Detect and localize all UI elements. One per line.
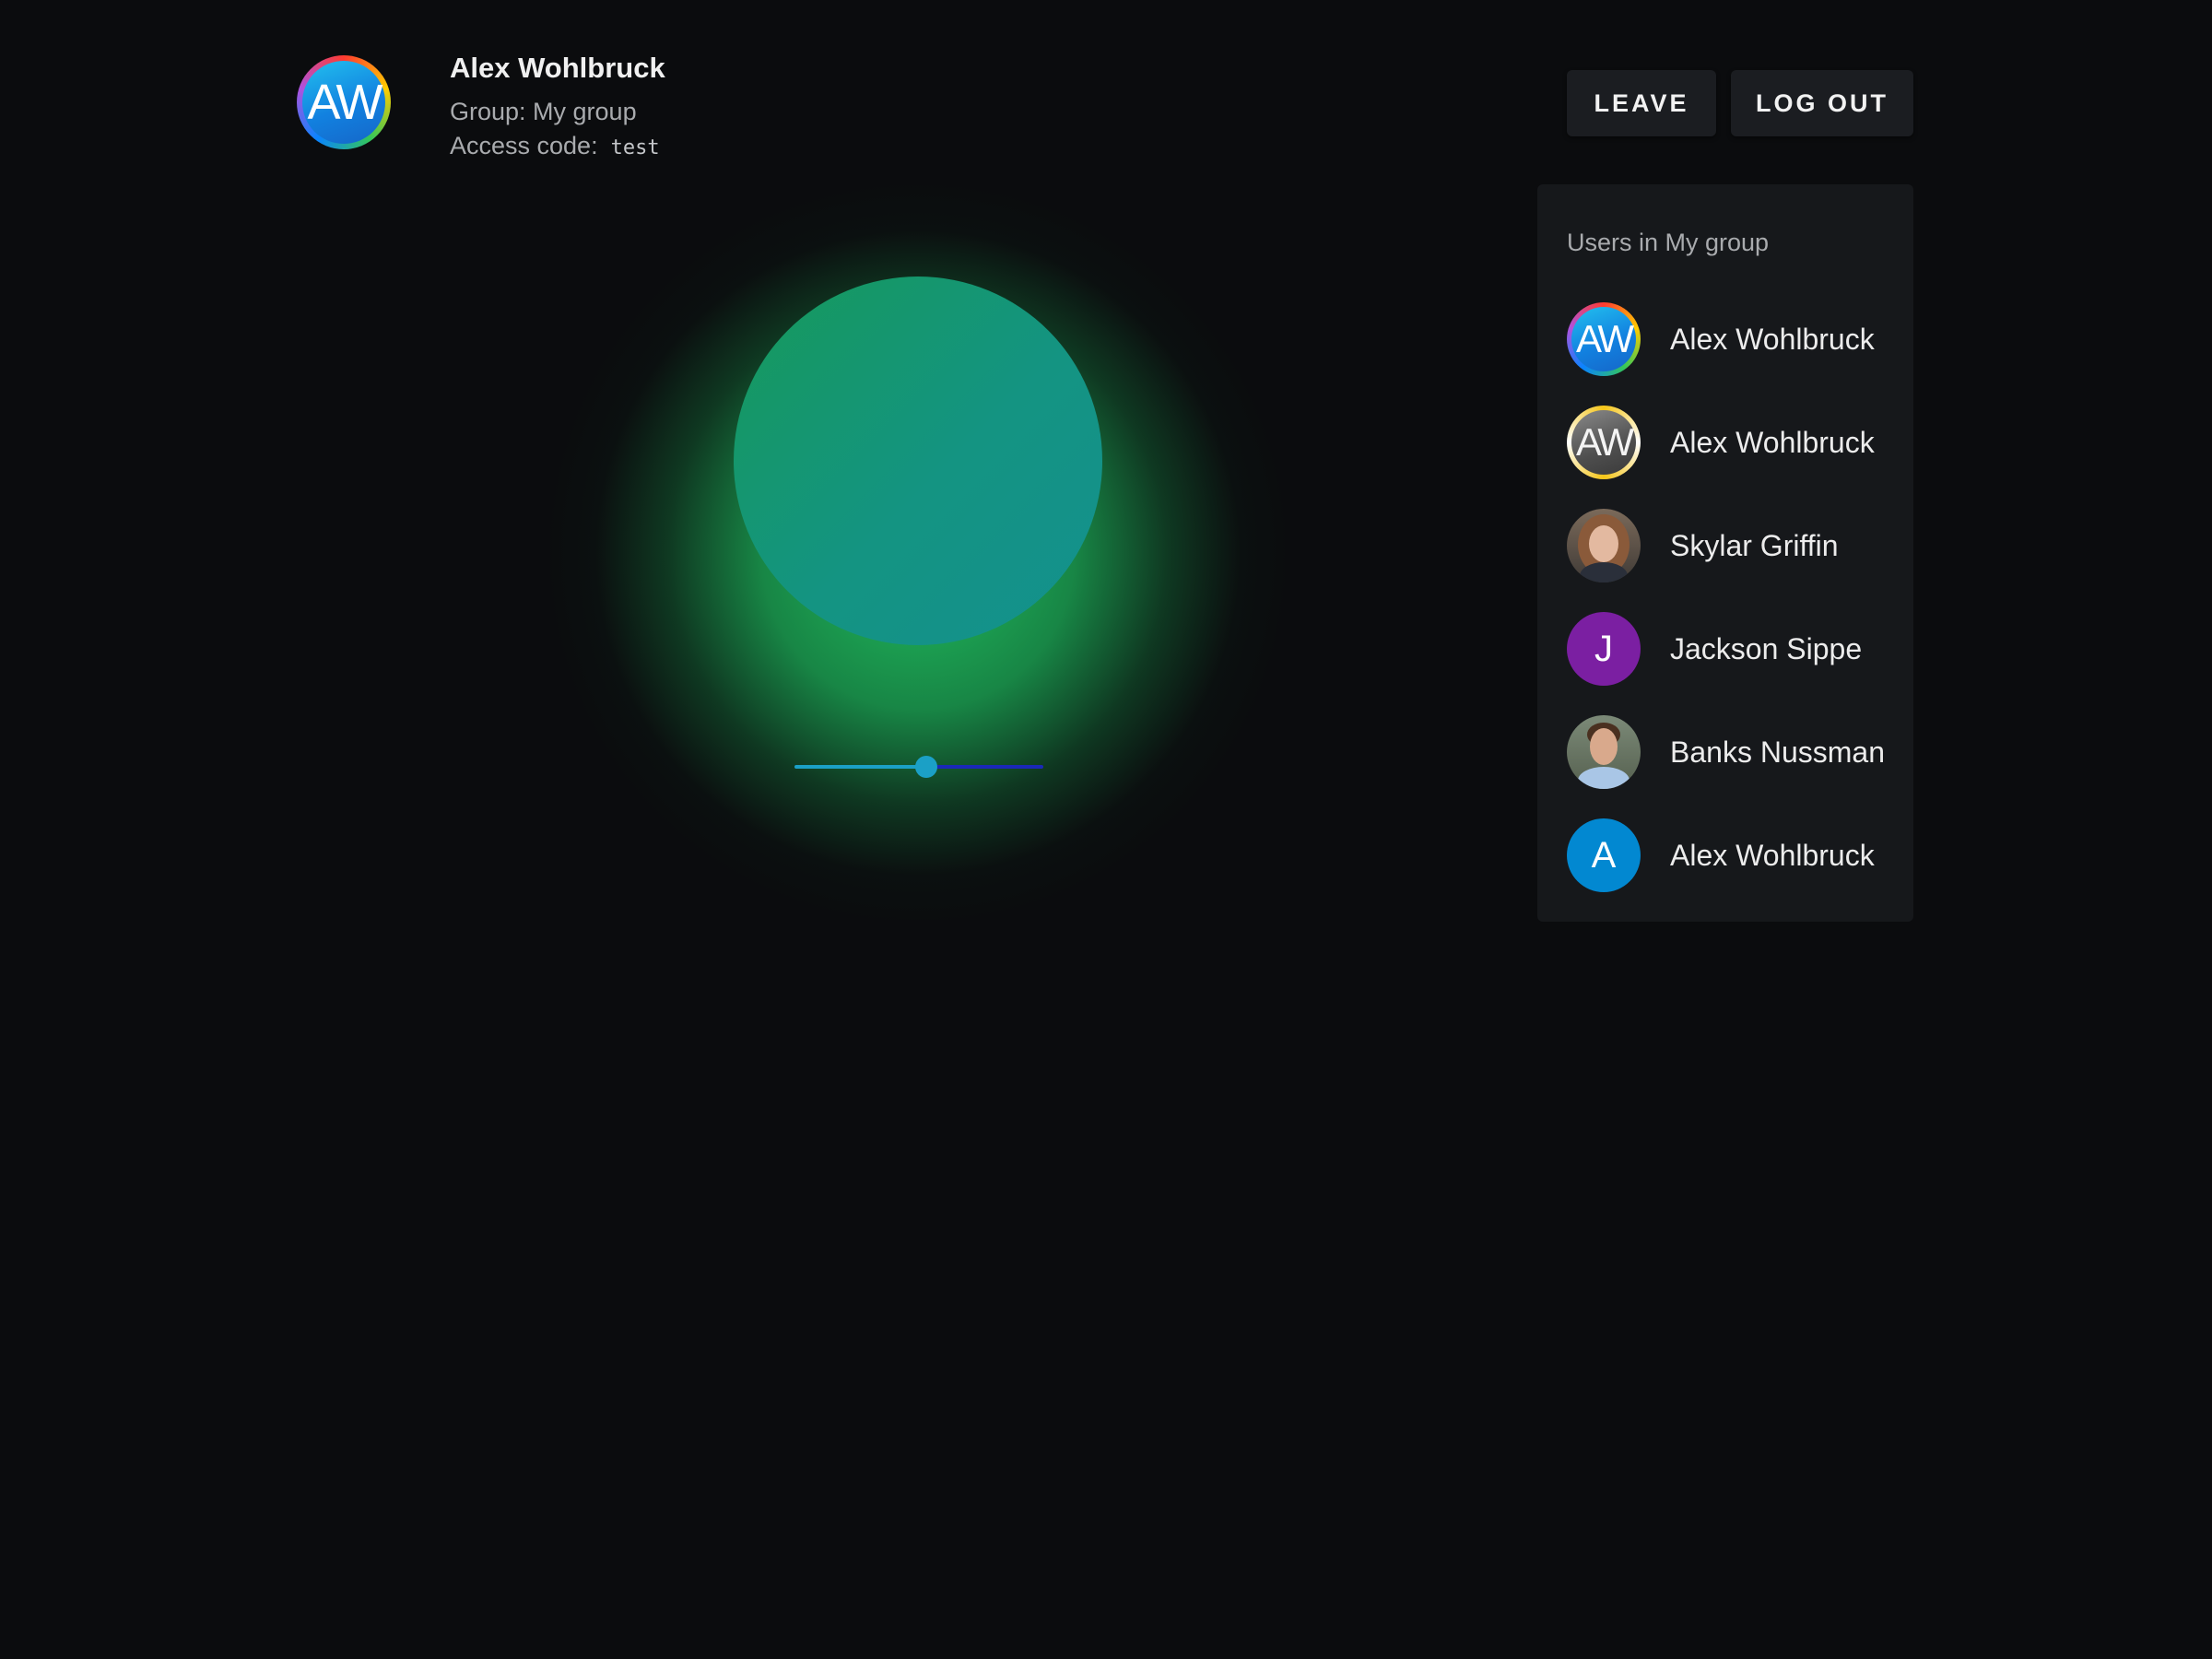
leave-button[interactable]: LEAVE bbox=[1567, 70, 1716, 136]
user-list-item[interactable]: AW Alex Wohlbruck bbox=[1567, 301, 1908, 377]
current-user-avatar: AW bbox=[297, 55, 391, 149]
user-avatar: J bbox=[1567, 612, 1641, 686]
access-code-label: Access code: bbox=[450, 132, 598, 159]
user-avatar-initials: AW bbox=[1571, 307, 1636, 371]
level-slider[interactable] bbox=[794, 748, 1043, 785]
user-avatar: A bbox=[1567, 818, 1641, 892]
user-avatar-photo bbox=[1567, 715, 1641, 789]
current-user-initials: AW bbox=[302, 61, 385, 144]
slider-thumb[interactable] bbox=[915, 756, 937, 778]
user-avatar: AW bbox=[1567, 302, 1641, 376]
user-avatar: AW bbox=[1567, 406, 1641, 479]
user-name: Banks Nussman bbox=[1670, 735, 1885, 769]
access-code-value: test bbox=[610, 136, 660, 159]
user-avatar-initials: J bbox=[1594, 628, 1613, 669]
user-list-item[interactable]: J Jackson Sippe bbox=[1567, 611, 1908, 687]
user-name: Alex Wohlbruck bbox=[1670, 425, 1875, 459]
user-avatar-photo bbox=[1567, 509, 1641, 582]
user-list-item[interactable]: A Alex Wohlbruck bbox=[1567, 818, 1908, 893]
current-user-name: Alex Wohlbruck bbox=[450, 52, 665, 84]
group-label: Group: My group bbox=[450, 98, 637, 125]
access-code-row: Access code: test bbox=[450, 132, 660, 160]
user-name: Jackson Sippe bbox=[1670, 631, 1863, 665]
slider-track-filled bbox=[794, 765, 926, 769]
users-panel: Users in My group AW Alex Wohlbruck AW A… bbox=[1537, 184, 1913, 922]
slider-track-remaining bbox=[926, 765, 1043, 769]
user-avatar-initials: A bbox=[1591, 834, 1617, 876]
user-avatar-initials: AW bbox=[1571, 410, 1636, 475]
app-root: AW Alex Wohlbruck Group: My group Access… bbox=[0, 0, 2212, 1659]
orb[interactable] bbox=[734, 276, 1102, 645]
users-panel-title: Users in My group bbox=[1567, 229, 1770, 256]
user-list-item[interactable]: Banks Nussman bbox=[1567, 714, 1908, 790]
user-name: Alex Wohlbruck bbox=[1670, 322, 1875, 356]
user-list-item[interactable]: AW Alex Wohlbruck bbox=[1567, 405, 1908, 480]
user-name: Skylar Griffin bbox=[1670, 528, 1839, 562]
logout-button[interactable]: LOG OUT bbox=[1731, 70, 1913, 136]
user-name: Alex Wohlbruck bbox=[1670, 838, 1875, 872]
user-list-item[interactable]: Skylar Griffin bbox=[1567, 508, 1908, 583]
